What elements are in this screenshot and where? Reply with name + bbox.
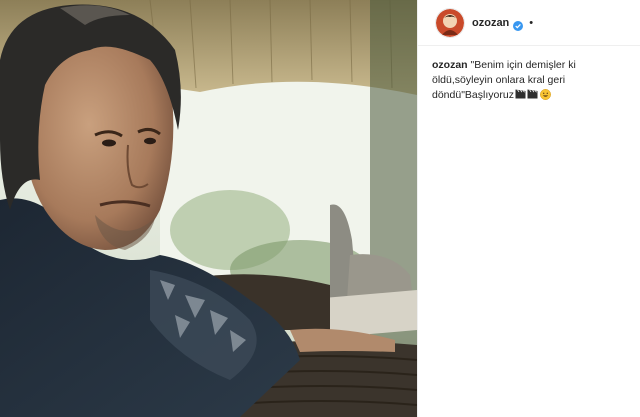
avatar[interactable] <box>436 8 464 37</box>
post-header: ozozan • <box>418 0 640 46</box>
header-separator: • <box>529 16 534 29</box>
clapper-board-emoji-icon <box>527 89 538 99</box>
caption-username[interactable]: ozozan <box>432 59 468 71</box>
verified-badge-icon <box>513 18 524 31</box>
man-portrait-photo <box>0 0 417 417</box>
grinning-face-emoji-icon <box>540 89 551 100</box>
post-photo[interactable] <box>0 0 417 417</box>
instagram-post: ozozan • ozozan "Benim için demişler ki … <box>0 0 640 417</box>
header-username[interactable]: ozozan <box>472 17 509 29</box>
clapper-board-emoji-icon <box>515 89 526 99</box>
avatar-image <box>436 8 464 37</box>
post-sidebar: ozozan • ozozan "Benim için demişler ki … <box>417 0 640 417</box>
post-caption: ozozan "Benim için demişler ki öldü,söyl… <box>418 46 640 103</box>
